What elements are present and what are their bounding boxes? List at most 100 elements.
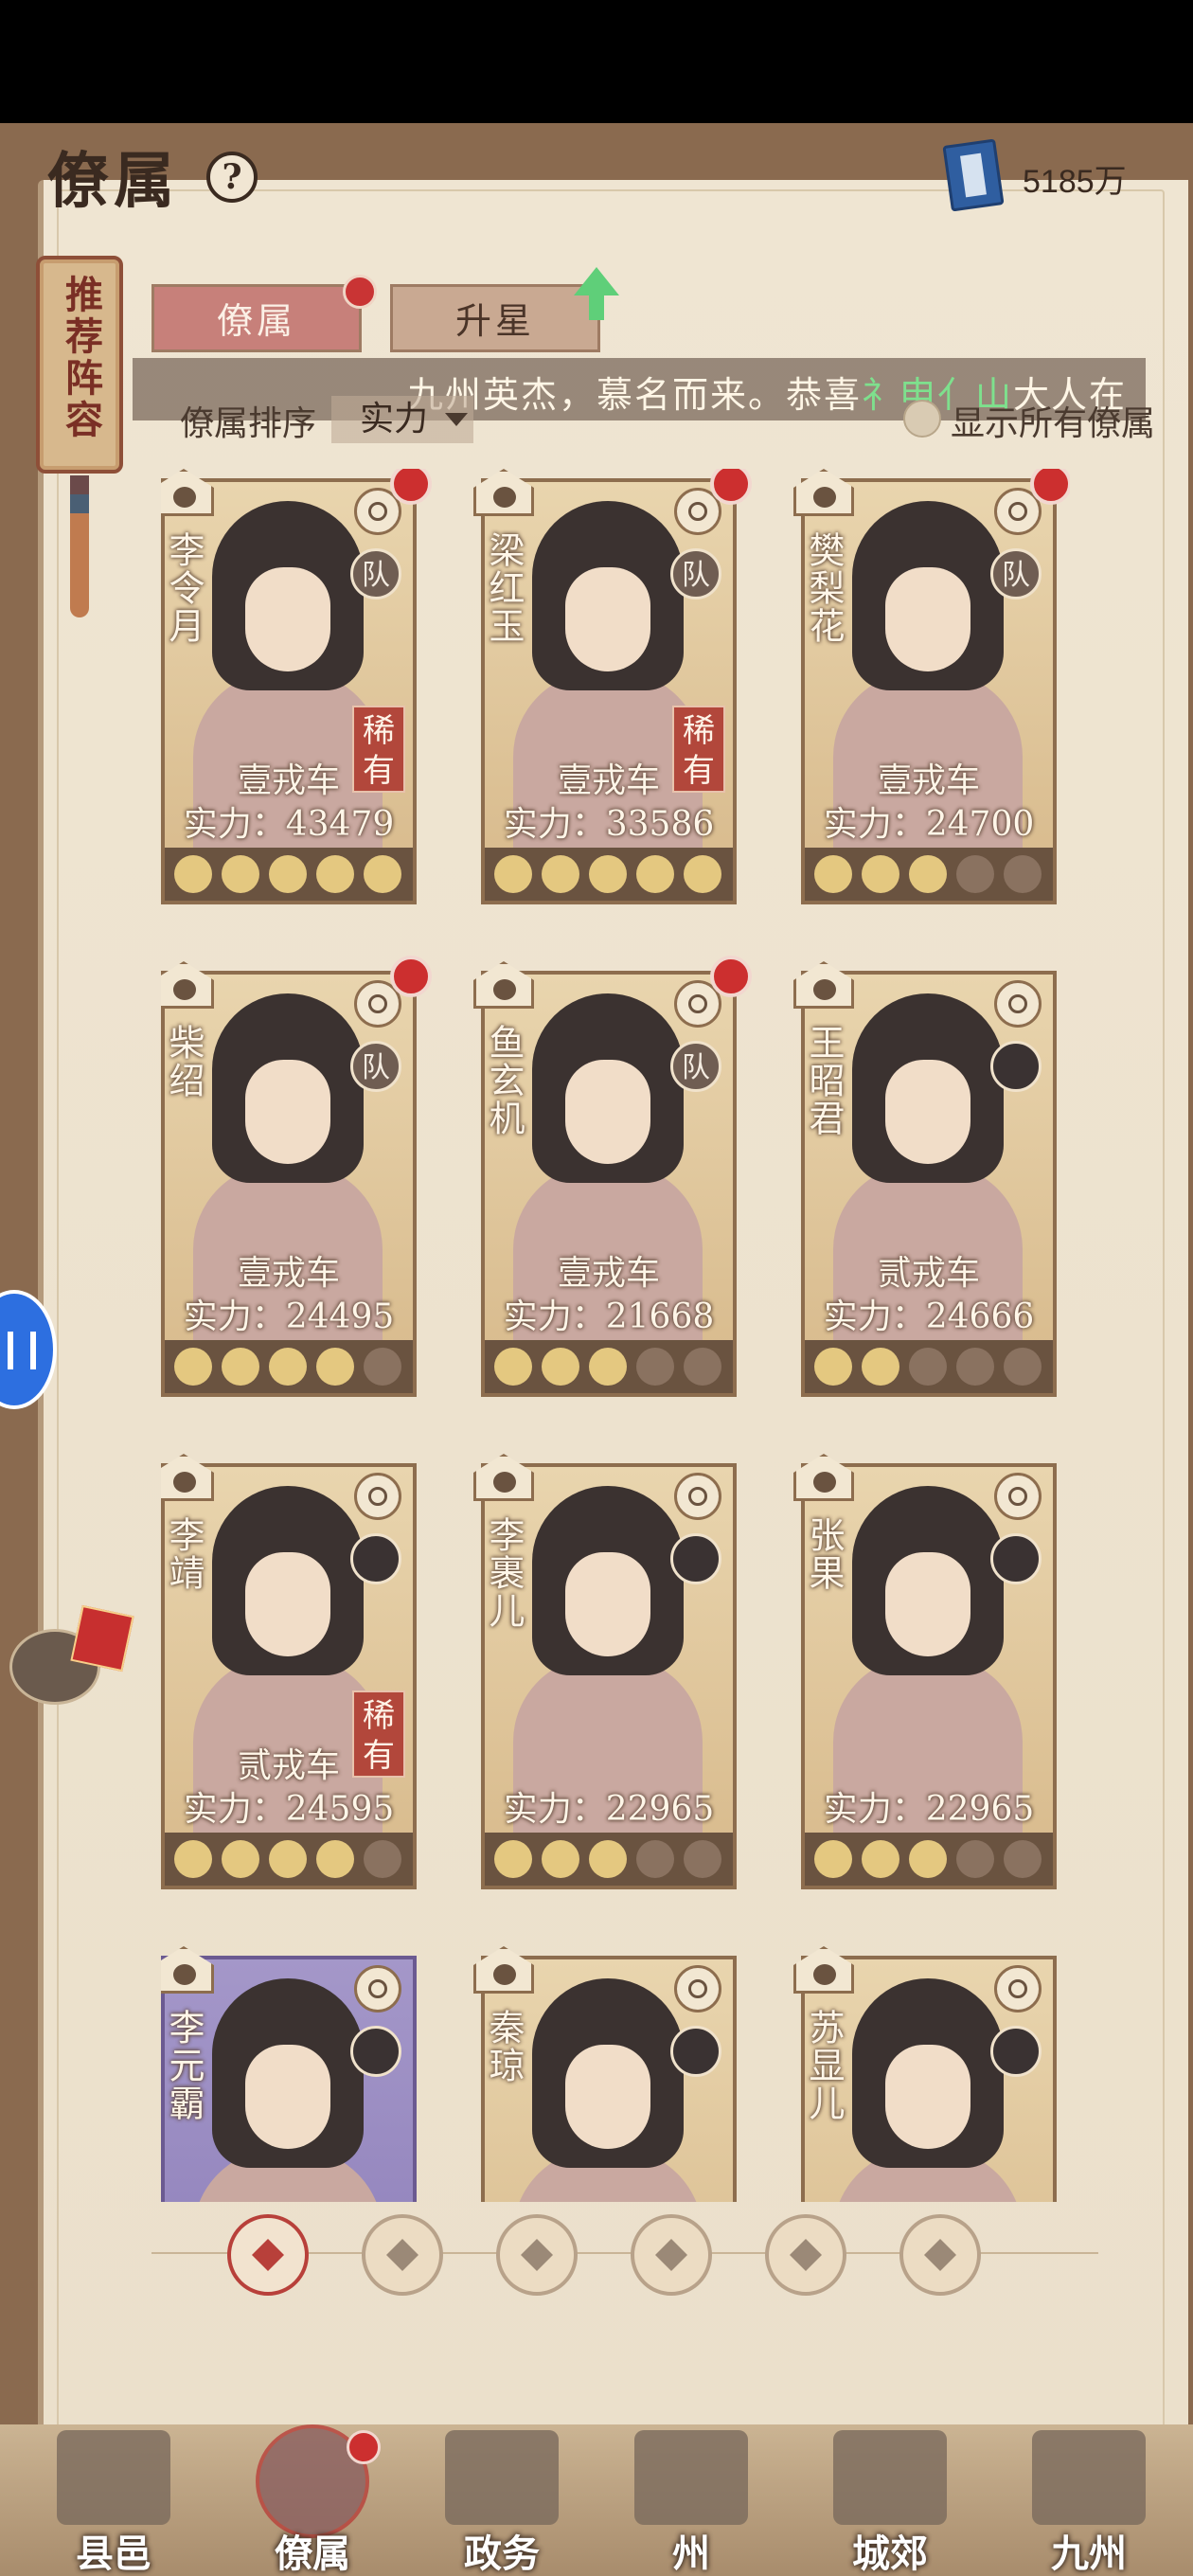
nav-nine-states[interactable]: 九州 [1004, 2424, 1174, 2576]
character-name: 鱼玄机 [483, 1024, 525, 1137]
moon-icon [636, 1840, 674, 1878]
subordinate-card[interactable]: 李裹儿 实力：22965 [473, 1454, 737, 1889]
moon-icon [956, 1348, 994, 1386]
companion-avatar [670, 2026, 721, 2077]
chat-button[interactable] [9, 1604, 134, 1714]
moon-icon [814, 1348, 852, 1386]
power-value: 实力：24700 [823, 805, 1035, 844]
moon-icon [1004, 1348, 1042, 1386]
moon-icon [542, 1348, 579, 1386]
portrait-face [885, 2045, 970, 2149]
moon-icon [269, 1840, 307, 1878]
power-value: 实力：24666 [823, 1297, 1035, 1336]
nav-state[interactable]: 州 [606, 2424, 776, 2576]
show-all-toggle[interactable]: 显示所有僚属 [902, 396, 1155, 445]
moon-icon [316, 855, 354, 893]
power-value: 实力：24595 [183, 1790, 395, 1829]
subordinate-card[interactable]: 秦琼 [473, 1946, 737, 2202]
currency-amount: 5185万 [1023, 164, 1127, 200]
fan-clan-icon[interactable] [631, 2214, 712, 2296]
moon-icon [636, 1348, 674, 1386]
all-filter-icon[interactable] [227, 2214, 309, 2296]
moon-icon [269, 855, 307, 893]
subordinate-card[interactable]: 队 樊梨花 壹戎车 实力：24700 [793, 469, 1070, 904]
subordinate-card[interactable]: 李靖 稀有 贰戎车 实力：24595 [161, 1454, 417, 1889]
moon-icon [862, 1840, 899, 1878]
nav-label: 城郊 [852, 2531, 928, 2576]
star-moon-row [805, 1340, 1053, 1393]
character-name: 秦琼 [483, 2009, 525, 2084]
moon-icon [862, 1348, 899, 1386]
moon-icon [684, 1840, 721, 1878]
gourd-clan-icon[interactable] [496, 2214, 578, 2296]
attribute-icon [994, 980, 1042, 1028]
tortoise-clan-icon[interactable] [362, 2214, 443, 2296]
subordinate-card[interactable]: 队李令月 稀有 壹戎车 实力：43479 [161, 469, 432, 904]
clan-icon [793, 1454, 854, 1501]
moon-icon [174, 1348, 212, 1386]
moon-icon [1004, 855, 1042, 893]
nav-badge-dot [347, 2430, 381, 2464]
nav-building-icon [1032, 2430, 1146, 2525]
card-badge-dot [390, 469, 432, 505]
moon-icon [589, 855, 627, 893]
moon-icon [909, 855, 947, 893]
currency-display[interactable]: 5185万 [942, 138, 1165, 212]
show-all-label: 显示所有僚属 [950, 404, 1155, 443]
lion-clan-icon[interactable] [765, 2214, 846, 2296]
character-name: 苏显儿 [803, 2009, 845, 2122]
clan-icon [161, 1946, 214, 1994]
subordinate-card[interactable]: 李元霸 [161, 1946, 417, 2202]
moon-icon [684, 855, 721, 893]
moon-icon [174, 1840, 212, 1878]
subordinate-card[interactable]: 队 鱼玄机 壹戎车 实力：21668 [473, 956, 752, 1397]
portrait-face [885, 1060, 970, 1164]
portrait-face [565, 567, 650, 671]
moon-icon [269, 1348, 307, 1386]
tab-subordinates[interactable]: 僚属 [151, 284, 362, 352]
subordinate-card[interactable]: 张果 实力：22965 [793, 1454, 1057, 1889]
flower-clan-icon[interactable] [899, 2214, 981, 2296]
subordinate-card[interactable]: 王昭君 贰戎车 实力：24666 [793, 961, 1057, 1397]
nav-suburb[interactable]: 城郊 [805, 2424, 975, 2576]
portrait-face [885, 1552, 970, 1656]
moon-icon [364, 1348, 401, 1386]
power-value: 实力：21668 [503, 1297, 715, 1336]
card-badge-dot [710, 469, 752, 505]
character-name: 李元霸 [163, 2009, 205, 2122]
attribute-icon [354, 1473, 401, 1520]
team-badge: 队 [990, 548, 1042, 599]
companion-avatar [670, 1533, 721, 1584]
companion-avatar [990, 2026, 1042, 2077]
card-badge-dot [390, 956, 432, 997]
recommended-lineup-tag[interactable]: 推荐阵容 [36, 256, 123, 617]
clan-icon [161, 1454, 214, 1501]
nav-affairs[interactable]: 政务 [417, 2424, 587, 2576]
moon-icon [814, 855, 852, 893]
character-name: 李令月 [163, 531, 205, 645]
moon-icon [814, 1840, 852, 1878]
nav-building-icon [833, 2430, 947, 2525]
character-name: 柴绍 [163, 1024, 205, 1100]
moon-icon [909, 1840, 947, 1878]
checkbox-icon[interactable] [902, 400, 941, 438]
nav-label: 政务 [464, 2531, 540, 2576]
subordinate-card[interactable]: 苏显儿 [793, 1946, 1057, 2202]
character-name: 张果 [803, 1516, 845, 1592]
tab-star-up[interactable]: 升星 [390, 284, 600, 352]
nav-label: 九州 [1051, 2531, 1127, 2576]
subordinate-card[interactable]: 队梁红玉 稀有 壹戎车 实力：33586 [473, 469, 752, 904]
companion-avatar [350, 2026, 401, 2077]
nav-label: 县邑 [76, 2531, 151, 2576]
moon-icon [222, 855, 259, 893]
rank-label: 壹戎车 [557, 1254, 660, 1293]
subordinate-card[interactable]: 队 柴绍 壹戎车 实力：24495 [161, 956, 432, 1397]
nav-building-icon [57, 2430, 170, 2525]
portrait-face [885, 567, 970, 671]
sort-dropdown[interactable]: 实力 [331, 396, 473, 443]
nav-county[interactable]: 县邑 [28, 2424, 199, 2576]
rank-label: 贰戎车 [237, 1746, 340, 1785]
moon-icon [174, 855, 212, 893]
moon-icon [316, 1348, 354, 1386]
help-icon[interactable]: ? [206, 152, 258, 203]
